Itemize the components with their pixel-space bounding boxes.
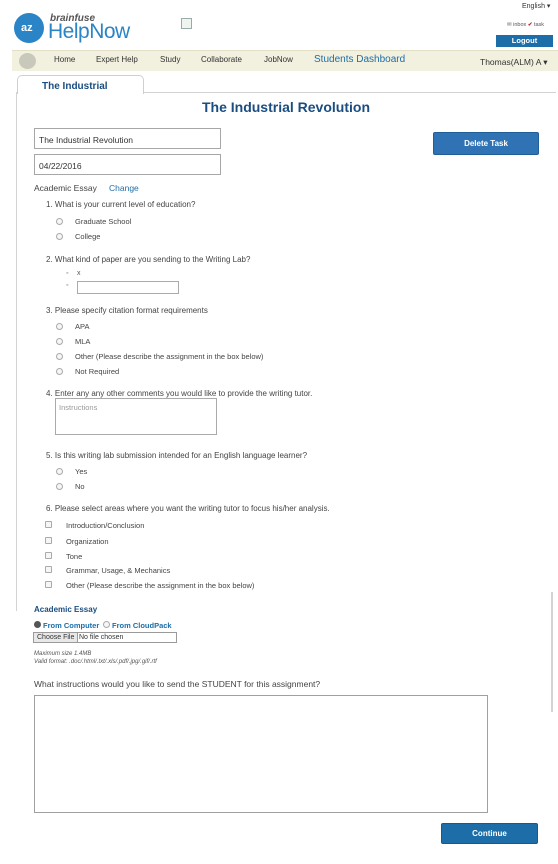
brainfuse-logo[interactable]: az bbox=[14, 13, 44, 43]
option-grammar: Grammar, Usage, & Mechanics bbox=[66, 566, 171, 575]
radio-ell-yes[interactable] bbox=[56, 468, 63, 475]
inbox-icon: ✉ bbox=[507, 22, 512, 28]
option-intro-conclusion: Introduction/Conclusion bbox=[66, 521, 145, 530]
valid-format-note: Valid format: .doc/.html/.txt/.xls/.pdf/… bbox=[34, 659, 157, 665]
student-instructions-label: What instructions would you like to send… bbox=[34, 679, 321, 689]
nav-expert-help[interactable]: Expert Help bbox=[96, 55, 138, 64]
no-file-text: No file chosen bbox=[79, 634, 124, 641]
checkbox-other-focus[interactable] bbox=[45, 581, 52, 588]
option-other-focus: Other (Please describe the assignment in… bbox=[66, 581, 255, 590]
option-graduate-school: Graduate School bbox=[75, 217, 132, 226]
from-cloudpack-label[interactable]: From CloudPack bbox=[112, 621, 172, 630]
nav-students-dashboard[interactable]: Students Dashboard bbox=[314, 54, 405, 65]
question-4: 4. Enter any any other comments you woul… bbox=[46, 389, 313, 398]
checkbox-grammar[interactable] bbox=[45, 566, 52, 573]
checkbox-tone[interactable] bbox=[45, 552, 52, 559]
checkmark-icon: ✔ bbox=[527, 22, 533, 28]
radio-mla[interactable] bbox=[56, 338, 63, 345]
radio-from-computer[interactable] bbox=[34, 621, 41, 628]
option-apa: APA bbox=[75, 322, 90, 331]
option-other-citation: Other (Please describe the assignment in… bbox=[75, 352, 264, 361]
radio-apa[interactable] bbox=[56, 323, 63, 330]
paper-type-bullet-text: x bbox=[77, 270, 81, 277]
choose-file-button[interactable]: Choose File bbox=[34, 633, 79, 642]
task-link[interactable]: task bbox=[534, 22, 544, 28]
file-input[interactable]: Choose File No file chosen bbox=[33, 632, 177, 643]
radio-graduate-school[interactable] bbox=[56, 218, 63, 225]
max-size-note: Maximum size 1.4MB bbox=[34, 651, 92, 657]
comments-textarea[interactable]: Instructions bbox=[55, 398, 217, 435]
nav-collaborate[interactable]: Collaborate bbox=[201, 55, 242, 64]
option-not-required: Not Required bbox=[75, 367, 120, 376]
user-menu[interactable]: Thomas(ALM) A ▾ bbox=[480, 57, 548, 68]
from-computer-label[interactable]: From Computer bbox=[43, 621, 99, 630]
paper-type-input[interactable] bbox=[77, 281, 179, 294]
inbox-link[interactable]: inbox bbox=[513, 22, 526, 28]
nav-home[interactable]: Home bbox=[54, 55, 75, 64]
radio-from-cloudpack[interactable] bbox=[103, 621, 110, 628]
task-title-input[interactable]: The Industrial Revolution bbox=[34, 128, 221, 149]
question-6: 6. Please select areas where you want th… bbox=[46, 504, 330, 513]
inbox-task-links[interactable]: ✉ inbox ✔ task bbox=[507, 22, 544, 28]
radio-not-required[interactable] bbox=[56, 368, 63, 375]
radio-other-citation[interactable] bbox=[56, 353, 63, 360]
question-1: 1. What is your current level of educati… bbox=[46, 200, 196, 209]
checkbox-intro-conclusion[interactable] bbox=[45, 521, 52, 528]
option-tone: Tone bbox=[66, 552, 83, 561]
bullet-icon: ◦ bbox=[66, 270, 69, 277]
bullet-icon: ◦ bbox=[66, 282, 69, 289]
option-college: College bbox=[75, 232, 101, 241]
option-mla: MLA bbox=[75, 337, 91, 346]
student-instructions-textarea[interactable] bbox=[34, 695, 488, 813]
continue-button[interactable]: Continue bbox=[441, 823, 538, 844]
nav-study[interactable]: Study bbox=[160, 55, 180, 64]
nav-jobnow[interactable]: JobNow bbox=[264, 55, 293, 64]
logo-text: az bbox=[21, 22, 33, 34]
radio-college[interactable] bbox=[56, 233, 63, 240]
essay-type-label: Academic Essay bbox=[34, 183, 97, 193]
option-organization: Organization bbox=[66, 537, 109, 546]
option-ell-yes: Yes bbox=[75, 467, 88, 476]
radio-ell-no[interactable] bbox=[56, 483, 63, 490]
checkbox-organization[interactable] bbox=[45, 537, 52, 544]
change-link[interactable]: Change bbox=[109, 183, 139, 193]
language-select[interactable]: English ▾ bbox=[522, 2, 550, 10]
scroll-divider bbox=[551, 592, 553, 712]
option-ell-no: No bbox=[75, 482, 85, 491]
delete-task-button[interactable]: Delete Task bbox=[433, 132, 539, 155]
chat-bubble-icon[interactable] bbox=[19, 53, 36, 69]
due-date-input[interactable]: 04/22/2016 bbox=[34, 154, 221, 175]
upload-heading: Academic Essay bbox=[34, 605, 98, 614]
question-3: 3. Please specify citation format requir… bbox=[46, 306, 208, 315]
question-5: 5. Is this writing lab submission intend… bbox=[46, 451, 308, 460]
question-2: 2. What kind of paper are you sending to… bbox=[46, 255, 251, 264]
broken-image-icon bbox=[181, 18, 192, 29]
brand-main-text[interactable]: HelpNow bbox=[48, 20, 130, 44]
tab-task[interactable]: The Industrial bbox=[17, 75, 144, 94]
logout-button[interactable]: Logout bbox=[496, 35, 553, 47]
page-title: The Industrial Revolution bbox=[201, 99, 370, 115]
